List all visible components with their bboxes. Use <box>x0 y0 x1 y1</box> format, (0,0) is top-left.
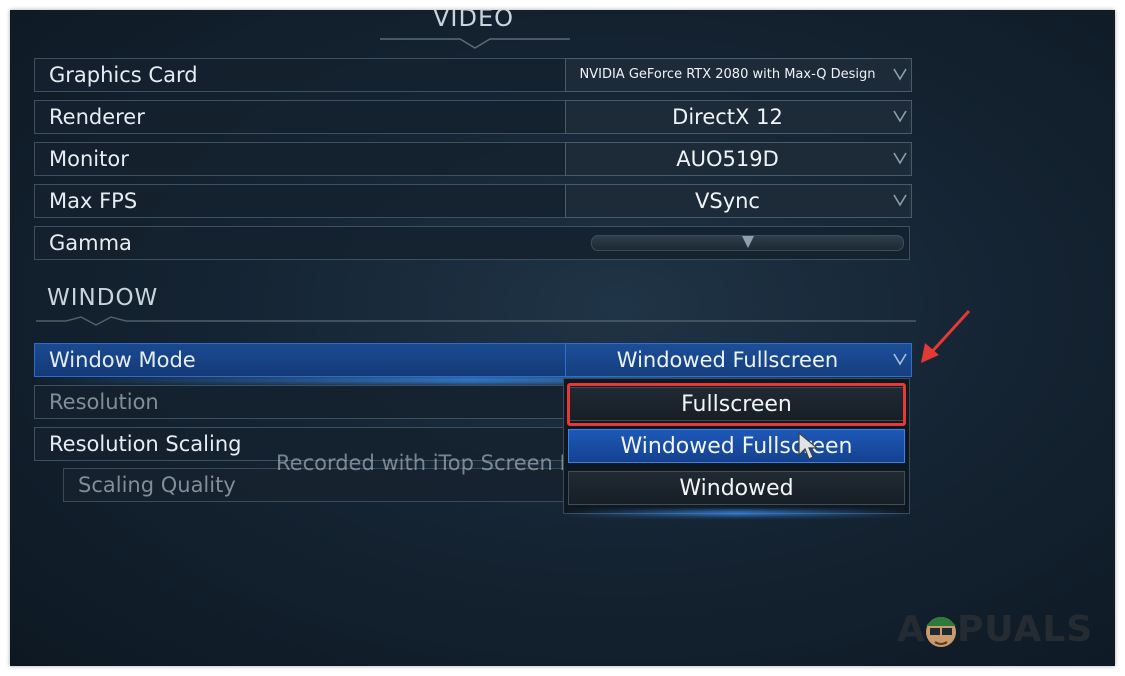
window-section-title: WINDOW <box>47 285 159 311</box>
chevron-down-icon <box>893 152 907 165</box>
max-fps-dropdown[interactable]: VSync <box>565 184 912 218</box>
chevron-down-icon <box>893 194 907 207</box>
renderer-value: DirectX 12 <box>672 105 783 129</box>
window-title-ornament <box>36 316 916 326</box>
gamma-slider-thumb[interactable] <box>740 234 756 250</box>
monitor-row: Monitor AUO519D <box>34 142 912 176</box>
option-windowed-fullscreen[interactable]: Windowed Fullscreen <box>568 429 905 463</box>
max-fps-label: Max FPS <box>49 189 138 213</box>
annotation-highlight-box <box>567 383 906 426</box>
window-mode-row: Window Mode Windowed Fullscreen <box>34 343 912 377</box>
graphics-card-label: Graphics Card <box>49 63 198 87</box>
graphics-card-dropdown[interactable]: NVIDIA GeForce RTX 2080 with Max-Q Desig… <box>565 58 912 92</box>
resolution-scaling-label: Resolution Scaling <box>49 432 242 456</box>
video-title-ornament <box>380 38 570 49</box>
graphics-card-row: Graphics Card NVIDIA GeForce RTX 2080 wi… <box>34 58 912 92</box>
max-fps-value: VSync <box>695 189 760 213</box>
gamma-slider[interactable] <box>591 235 904 251</box>
monitor-dropdown[interactable]: AUO519D <box>565 142 912 176</box>
gamma-label: Gamma <box>49 231 132 255</box>
chevron-down-icon <box>893 353 907 366</box>
window-mode-dropdown[interactable]: Windowed Fullscreen <box>565 343 912 377</box>
window-mode-value: Windowed Fullscreen <box>616 348 839 372</box>
logo-mascot-icon <box>926 617 956 647</box>
graphics-card-value: NVIDIA GeForce RTX 2080 with Max-Q Desig… <box>579 67 876 82</box>
option-windowed[interactable]: Windowed <box>568 471 905 505</box>
scaling-quality-label: Scaling Quality <box>78 473 236 497</box>
annotation-arrow-icon <box>921 309 971 363</box>
monitor-value: AUO519D <box>676 147 779 171</box>
resolution-label: Resolution <box>49 390 159 414</box>
logo-text: PUALS <box>957 609 1094 650</box>
renderer-label: Renderer <box>49 105 145 129</box>
chevron-down-icon <box>893 68 907 81</box>
monitor-label: Monitor <box>49 147 129 171</box>
chevron-down-icon <box>893 110 907 123</box>
renderer-row: Renderer DirectX 12 <box>34 100 912 134</box>
window-mode-label: Window Mode <box>49 348 196 372</box>
appuals-logo: A PUALS <box>897 606 1107 656</box>
mouse-cursor-icon <box>798 431 819 460</box>
gamma-row: Gamma <box>34 226 910 260</box>
max-fps-row: Max FPS VSync <box>34 184 912 218</box>
video-section-title: VIDEO <box>433 10 515 32</box>
game-settings-screen: VIDEO Graphics Card NVIDIA GeForce RTX 2… <box>10 10 1115 666</box>
renderer-dropdown[interactable]: DirectX 12 <box>565 100 912 134</box>
menu-glow <box>563 510 910 516</box>
